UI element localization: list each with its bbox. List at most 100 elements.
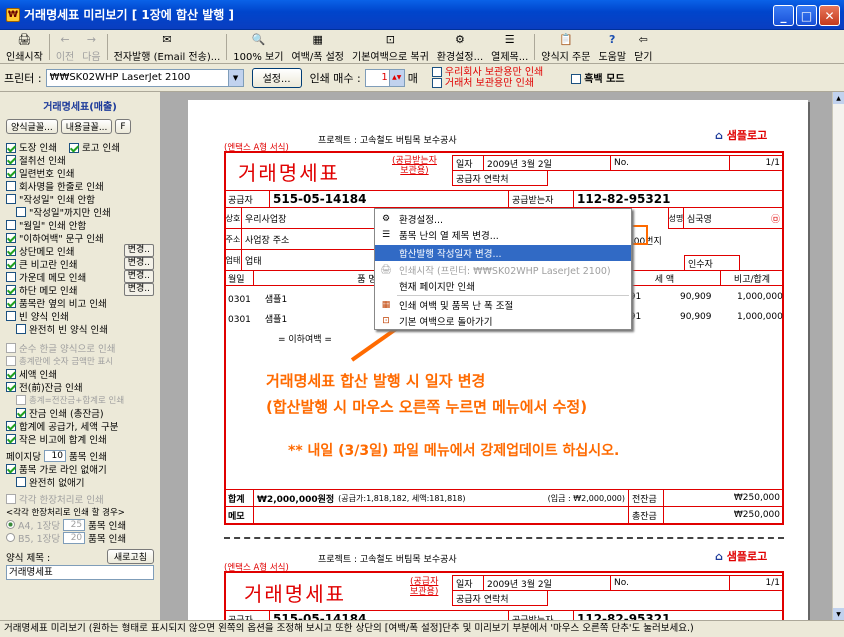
zoom-100-button[interactable]: 🔍 100% 보기 (229, 31, 287, 63)
cutline-checkbox[interactable]: 절취선 인쇄 (6, 153, 154, 167)
menu-item-print-start[interactable]: 🖨 인쇄시작 (프린터: ₩₩SK02WHP LaserJet 2100) (375, 262, 631, 278)
form-order-button[interactable]: 📋 양식지 주문 (537, 31, 594, 63)
empty-full-checkbox[interactable]: 완전히 빈 양식 인쇄 (6, 322, 154, 336)
no-hline-checkbox[interactable]: 품목 가로 라인 없애기 (6, 462, 154, 476)
margin-icon: ▦ (381, 300, 391, 310)
sidebar-title: 거래명세표(매출) (43, 102, 117, 113)
balance-checkbox[interactable]: 잔금 인쇄 (총잔금) (6, 406, 154, 420)
settings-button[interactable]: ⚙ 환경설정... (433, 31, 487, 63)
content-font-button[interactable]: 내용글꼴... (60, 119, 113, 134)
prev-button[interactable]: ← 이전 (52, 31, 78, 63)
option-our-copy[interactable]: 우리회사 보관용만 인쇄 (431, 66, 543, 78)
print-start-button[interactable]: 🖨 인쇄시작 (2, 31, 47, 63)
margin-settings-button[interactable]: ▦ 여백/폭 설정 (287, 31, 348, 63)
b5-radio[interactable]: B5, 1장당 20 품목 인쇄 (6, 531, 154, 545)
email-icon: ✉ (162, 33, 172, 46)
printer-select[interactable]: ₩₩SK02WHP LaserJet 2100 ▼ (45, 68, 244, 87)
mid-memo-change-button[interactable]: 변경.. (123, 270, 154, 283)
empty-form-checkbox[interactable]: 빈 양식 인쇄 (6, 309, 154, 323)
no-hline-sub-checkbox[interactable]: 완전히 없애기 (6, 475, 154, 489)
big-remark-checkbox[interactable]: 큰 비고란 인쇄 변경.. (6, 257, 154, 271)
status-bar: 거래명세표 미리보기 (원하는 형태로 표시되지 않으면 왼쪽의 옵션을 조정해… (0, 620, 844, 637)
zoom-icon: 🔍 (251, 33, 266, 46)
menu-item-print-current[interactable]: 현재 페이지만 인쇄 (375, 278, 631, 294)
top-memo-checkbox[interactable]: 상단메모 인쇄 변경.. (6, 244, 154, 258)
arrow-left-icon: ← (60, 33, 70, 46)
font-f-button[interactable]: F (115, 119, 131, 134)
company-oneline-checkbox[interactable]: 회사명을 한줄로 인쇄 (6, 179, 154, 193)
email-send-button[interactable]: ✉ 전자발행 (Email 전송)... (110, 31, 225, 63)
each-cut-checkbox[interactable]: 각각 한장처리로 인쇄 (6, 492, 154, 506)
arrow-right-icon: → (86, 33, 97, 46)
document-page: (엔택스 A형 서식) 프로젝트 : 고속철도 버팀목 보수공사 ⌂ 샘플로고 … (188, 100, 808, 620)
a4-radio[interactable]: A4, 1장당 25 품목 인쇄 (6, 518, 154, 532)
prev-balance-checkbox[interactable]: 전(前)잔금 인쇄 (6, 380, 154, 394)
close-window-button[interactable]: ⇦ 닫기 (630, 31, 656, 63)
title-label: 양식 제목 : (6, 552, 51, 564)
close-button[interactable]: ✕ (819, 5, 840, 26)
spin-icon: ▲▼ (388, 69, 404, 86)
writer-checkbox[interactable]: "작성일" 인쇄 안함 (6, 192, 154, 206)
serial-checkbox[interactable]: 일련번호 인쇄 (6, 166, 154, 180)
below-blank-checkbox[interactable]: "이하여백" 문구 인쇄 (6, 231, 154, 245)
refresh-button[interactable]: 새로고침 (106, 549, 154, 564)
reset-margin-button[interactable]: ⊡ 기본여백으로 복귀 (348, 31, 433, 63)
case-label: <각각 한장처리로 인쇄 할 경우> (6, 507, 125, 518)
title-input[interactable]: 거래명세표 (6, 565, 154, 580)
stamp-checkbox[interactable]: 도장 인쇄 (6, 140, 57, 154)
copies-label: 인쇄 매수 : (309, 71, 361, 85)
settings-icon: ⚙ (455, 33, 465, 46)
bw-mode-checkbox[interactable]: 흑백 모드 (571, 70, 625, 85)
scroll-down-icon[interactable]: ▼ (833, 608, 844, 620)
project-label: 프로젝트 : 고속철도 버팀목 보수공사 (318, 136, 457, 146)
vertical-scrollbar[interactable]: ▲ ▼ (832, 92, 844, 620)
date-label: 일자 (452, 155, 484, 171)
form-font-button[interactable]: 양식글꼴... (6, 119, 58, 134)
top-memo-change-button[interactable]: 변경.. (123, 244, 154, 257)
copies-unit: 매 (407, 71, 418, 85)
supply-tax-checkbox[interactable]: 합계에 공급가, 세액 구분 (6, 419, 154, 433)
menu-item-reset-margin[interactable]: ⊡ 기본 여백으로 돌아가기 (375, 313, 631, 329)
help-button[interactable]: ? 도움말 (594, 31, 630, 63)
small-remark-checkbox[interactable]: 작은 비고에 합계 인쇄 (6, 432, 154, 446)
per-page-input[interactable]: 10 (43, 449, 66, 462)
pure-korean-checkbox[interactable]: 순수 한글 양식으로 인쇄 (6, 341, 154, 355)
supplier-no-2: 515-05-14184 (269, 610, 509, 620)
column-title-button[interactable]: ☰ 열제목... (487, 31, 532, 63)
logo-checkbox[interactable]: 로고 인쇄 (68, 140, 120, 154)
next-button[interactable]: → 다음 (78, 31, 104, 63)
menu-item-margin[interactable]: ▦ 인쇄 여백 및 품목 난 폭 조절 (375, 297, 631, 313)
scroll-up-icon[interactable]: ▲ (833, 92, 844, 104)
below-blank: = 이하여백 = (278, 335, 332, 345)
copy-type: (공급받는자 보관용) (392, 156, 437, 176)
big-remark-change-button[interactable]: 변경.. (123, 257, 154, 270)
month-checkbox[interactable]: "월일" 인쇄 안함 (6, 218, 154, 232)
option-client-copy[interactable]: 거래처 보관용만 인쇄 (431, 77, 543, 89)
copy-type-2: (공급자 보관용) (410, 577, 439, 597)
preview-area[interactable]: (엔택스 A형 서식) 프로젝트 : 고속철도 버팀목 보수공사 ⌂ 샘플로고 … (160, 92, 832, 620)
page-value-2: 1/1 (729, 575, 784, 591)
bottom-memo-change-button[interactable]: 변경.. (123, 283, 154, 296)
writer-sub-checkbox[interactable]: "작성일"까지만 인쇄 (6, 205, 154, 219)
menu-item-settings[interactable]: ⚙ 환경설정... (375, 211, 631, 227)
seal-icon: ㉤ (770, 214, 780, 225)
total-korean-checkbox[interactable]: 총계란에 숫자 금액만 표시 (6, 354, 154, 367)
prev-balance-sub-checkbox[interactable]: 총계=전잔금+합계로 인쇄 (6, 393, 154, 406)
maximize-button[interactable]: □ (796, 5, 817, 26)
printer-label: 프린터 : (4, 71, 42, 85)
printer-icon: 🖨 (17, 33, 32, 46)
title-bar: ₩ 거래명세표 미리보기 [ 1장에 합산 발행 ] _ □ ✕ (0, 0, 844, 30)
side-remark-checkbox[interactable]: 품목란 옆의 비고 인쇄 (6, 296, 154, 310)
menu-item-column-title[interactable]: ☰ 품목 난의 열 제목 변경... (375, 227, 631, 243)
col-total: 비고/합계 (720, 270, 784, 286)
menu-item-change-date[interactable]: 합산발행 작성일자 변경... (375, 245, 631, 261)
printer-settings-button[interactable]: 설정... (251, 67, 302, 88)
bottom-memo-checkbox[interactable]: 하단 메모 인쇄 변경.. (6, 283, 154, 297)
tax-checkbox[interactable]: 세액 인쇄 (6, 367, 154, 381)
sum-value: ₩2,000,000원정 (공급가:1,818,182, 세액:181,818)(… (253, 489, 629, 507)
project-label-2: 프로젝트 : 고속철도 버팀목 보수공사 (318, 555, 457, 565)
copies-stepper[interactable]: 1 ▲▼ (364, 68, 405, 87)
row-tax: 90,909 (680, 312, 712, 322)
minimize-button[interactable]: _ (773, 5, 794, 26)
mid-memo-checkbox[interactable]: 가운데 메모 인쇄 변경.. (6, 270, 154, 284)
